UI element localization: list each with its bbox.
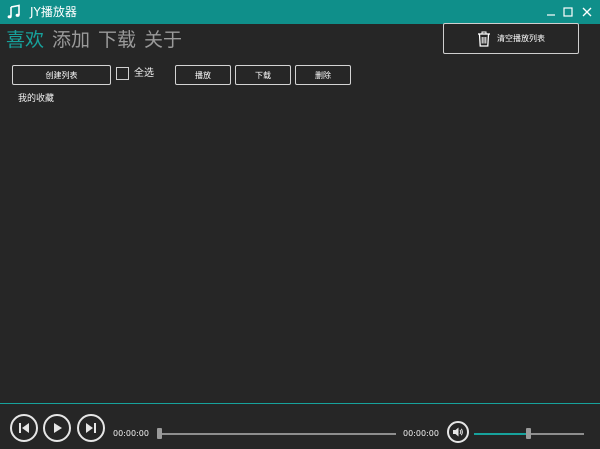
play-pause-button[interactable]: [43, 414, 71, 442]
tab-about[interactable]: 关于: [144, 28, 182, 54]
tab-download[interactable]: 下载: [98, 28, 136, 54]
volume-button[interactable]: [447, 421, 469, 443]
create-list-button[interactable]: 创建列表: [12, 65, 111, 85]
clear-playlist-label: 清空播放列表: [497, 34, 545, 43]
minimize-button[interactable]: [542, 3, 560, 21]
window-title: JY播放器: [30, 5, 77, 19]
volume-fill: [474, 433, 529, 435]
list-item-favorites[interactable]: 我的收藏: [18, 93, 54, 105]
trash-icon: [478, 31, 490, 47]
volume-thumb[interactable]: [526, 428, 531, 439]
current-time: 00:00:00: [113, 429, 149, 438]
next-track-button[interactable]: [77, 414, 105, 442]
previous-track-icon: [19, 423, 29, 433]
total-time: 00:00:00: [403, 429, 439, 438]
seek-thumb[interactable]: [157, 428, 162, 439]
download-button[interactable]: 下载: [235, 65, 291, 85]
minimize-icon: [547, 14, 555, 16]
close-icon: [582, 7, 592, 17]
select-all-checkbox[interactable]: [116, 67, 129, 80]
previous-track-button[interactable]: [10, 414, 38, 442]
select-all-label: 全选: [134, 68, 154, 79]
title-bar: [0, 0, 600, 24]
close-button[interactable]: [578, 3, 596, 21]
next-track-icon: [86, 423, 96, 433]
maximize-button[interactable]: [559, 3, 577, 21]
seek-bar[interactable]: [160, 433, 396, 435]
play-icon: [54, 423, 62, 433]
delete-button[interactable]: 删除: [295, 65, 351, 85]
play-button[interactable]: 播放: [175, 65, 231, 85]
volume-icon: [453, 427, 463, 437]
clear-playlist-button[interactable]: 清空播放列表: [443, 23, 579, 54]
main-nav: 喜欢 添加 下载 关于: [6, 28, 182, 54]
maximize-icon: [563, 7, 573, 17]
tab-add[interactable]: 添加: [52, 28, 90, 54]
tab-favorites[interactable]: 喜欢: [6, 28, 44, 54]
music-note-icon: [7, 4, 20, 19]
